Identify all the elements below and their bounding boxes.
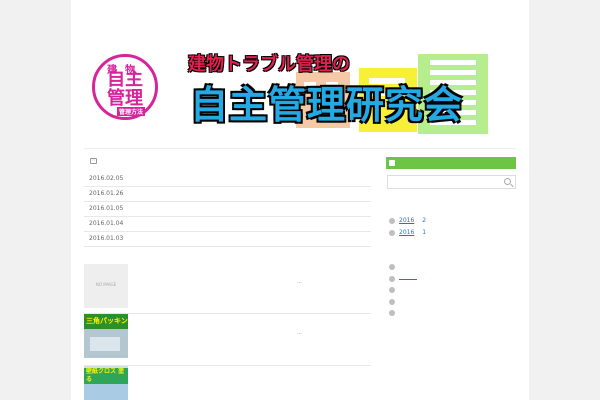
search-icon[interactable] [504,178,511,185]
post-item[interactable]: NO IMAGE ... [84,263,371,314]
bullet-icon [389,264,395,270]
rss-icon[interactable] [389,160,395,166]
archive-count: 1 [422,229,427,236]
bullet-icon [389,230,395,236]
category-item[interactable] [387,273,516,285]
bullet-icon [389,218,395,224]
category-item[interactable] [387,296,516,308]
thumbnail-photo-scene [84,384,128,400]
search-box [387,175,516,196]
archive-list: 2016 2 2016 1 [387,215,516,239]
archive-count: 2 [422,217,427,224]
site-title: 自主管理研究会 [190,83,464,127]
post-date: 2016.02.05 [89,175,124,182]
bullet-icon [389,298,395,305]
site-header-banner[interactable]: 建物 自主 管理 管理方法 建物トラブル管理の 自主管理研究会 [84,44,516,134]
archive-item[interactable]: 2016 1 [387,227,516,239]
post-date: 2016.01.26 [89,190,124,197]
post-date: 2016.01.05 [89,205,124,212]
date-row[interactable]: 2016.02.05 [84,172,371,187]
seal-bottom-text: 管理 [107,88,143,109]
category-item[interactable] [387,284,516,296]
category-list [387,261,516,319]
category-item[interactable] [387,261,516,273]
header-divider [84,148,516,149]
seal-logo: 建物 自主 管理 管理方法 [92,54,158,120]
search-input[interactable] [388,184,498,196]
page-container: 建物 自主 管理 管理方法 建物トラブル管理の 自主管理研究会 ◠ 2016.0… [71,0,529,400]
thumbnail-photo-scene [84,329,128,358]
post-item[interactable]: 三角パッキン ... [84,314,371,366]
archive-item[interactable]: 2016 2 [387,215,516,227]
date-row[interactable]: 2016.01.03 [84,232,371,247]
thumbnail-caption: 壁紙クロス 塗る [84,368,128,384]
bullet-icon [389,287,395,293]
site-subtitle: 建物トラブル管理の [188,54,350,75]
post-thumbnail-photo[interactable]: 壁紙クロス 塗る [84,366,128,400]
post-date: 2016.01.03 [89,235,124,242]
post-date: 2016.01.04 [89,220,124,227]
date-row[interactable]: 2016.01.04 [84,217,371,232]
sidebar: 2016 2 2016 1 [386,157,516,316]
post-excerpt: ... [297,330,302,336]
post-item[interactable]: 壁紙クロス 塗る [84,366,371,400]
category-link[interactable] [399,278,417,280]
seal-tag-text: 管理方法 [117,107,146,116]
date-row[interactable]: 2016.01.05 [84,202,371,217]
rss-icon[interactable]: ◠ [90,158,97,164]
thumbnail-caption: 三角パッキン [84,314,128,329]
post-excerpt: ... [297,279,302,285]
sidebar-widget-header [386,157,516,169]
no-image-text: NO IMAGE [95,282,117,287]
archive-year-link[interactable]: 2016 [399,229,414,236]
post-thumbnail-noimage[interactable]: NO IMAGE [84,264,128,308]
bullet-icon [389,275,395,282]
date-row[interactable]: 2016.01.26 [84,187,371,202]
archive-year-link[interactable]: 2016 [399,217,414,224]
post-thumbnail-photo[interactable]: 三角パッキン [84,314,128,358]
seal-mid-text: 自主 [107,69,143,90]
recent-post-dates: 2016.02.05 2016.01.26 2016.01.05 2016.01… [84,172,371,247]
post-list: NO IMAGE ... 三角パッキン ... 壁紙クロス 塗る [84,263,371,400]
category-item[interactable] [387,307,516,319]
bullet-icon [389,310,395,316]
